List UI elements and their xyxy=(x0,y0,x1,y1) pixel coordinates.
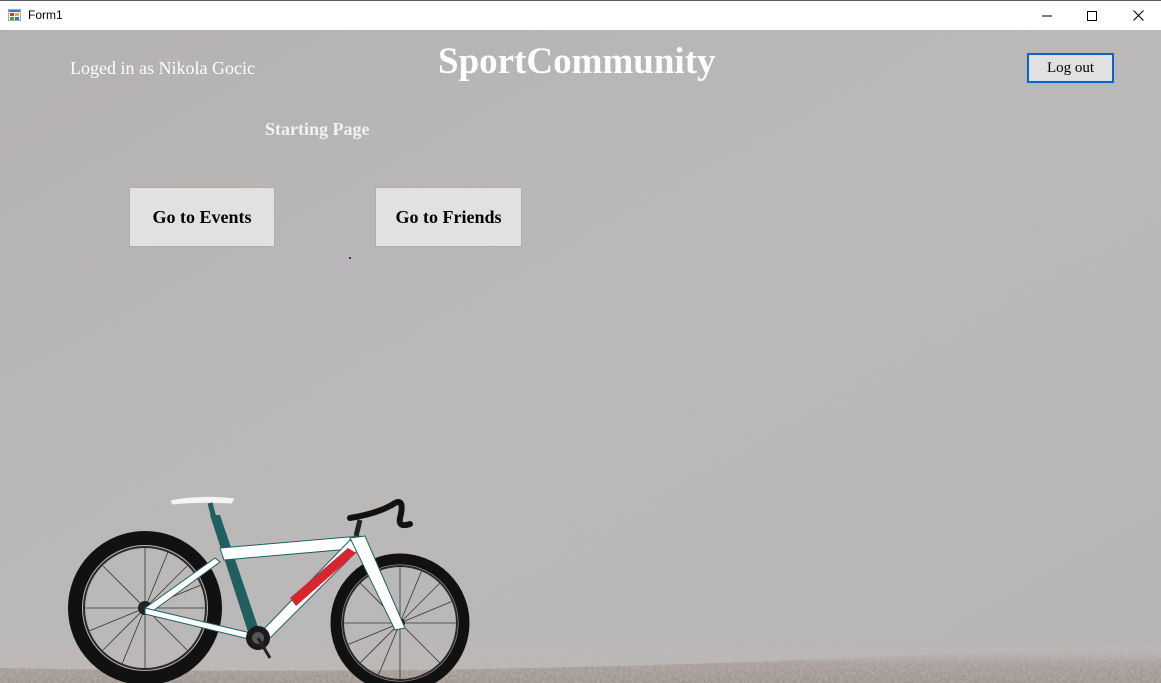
app-window: Form1 Loged in as Nikola Gocic SportComm… xyxy=(0,0,1161,683)
logged-in-user-label: Loged in as Nikola Gocic xyxy=(70,58,255,78)
form-client-area: Loged in as Nikola Gocic SportCommunity … xyxy=(0,30,1161,683)
winforms-app-icon xyxy=(8,9,21,21)
maximize-icon xyxy=(1087,10,1097,21)
maximize-button[interactable] xyxy=(1069,1,1115,30)
bicycle-image xyxy=(68,495,470,683)
seat-and-bars xyxy=(169,495,413,537)
stray-pixel-dot xyxy=(349,257,351,259)
go-to-events-button[interactable]: Go to Events xyxy=(129,187,275,247)
bike-frame xyxy=(144,515,406,659)
window-title: Form1 xyxy=(28,8,63,22)
minimize-icon xyxy=(1042,15,1052,16)
logout-button[interactable]: Log out xyxy=(1027,53,1114,83)
close-button[interactable] xyxy=(1115,1,1161,30)
title-bar[interactable]: Form1 xyxy=(0,0,1161,30)
close-icon xyxy=(1132,10,1144,21)
app-title: SportCommunity xyxy=(438,41,716,82)
page-title: Starting Page xyxy=(265,119,370,139)
go-to-friends-button[interactable]: Go to Friends xyxy=(375,187,522,247)
minimize-button[interactable] xyxy=(1024,1,1070,30)
